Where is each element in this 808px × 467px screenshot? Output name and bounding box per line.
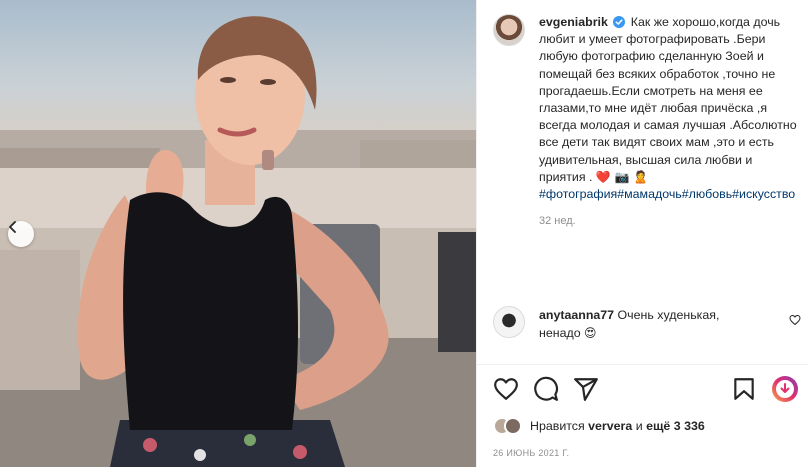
commenter-username[interactable]: anytaanna77 [539,308,614,322]
caption-emojis: ❤️ 📷 🙎 [595,169,649,184]
comment-text-block: anytaanna77 Очень худенькая, ненадо 😍 [539,306,759,342]
paper-plane-icon[interactable] [573,376,599,402]
likes-middle: и [635,419,643,433]
likes-user[interactable]: ververa [588,419,632,433]
download-badge-icon[interactable] [771,375,799,403]
post-actions-bar [493,376,799,404]
likes-summary: Нравится ververa и ещё 3 336 [493,417,705,435]
caption-text: Как же хорошо,когда дочь любит и умеет ф… [539,15,797,184]
post-date[interactable]: 26 ИЮНЬ 2021 Г. [493,448,569,458]
post-caption: evgeniabrik Как же хорошо,когда дочь люб… [493,14,801,230]
bookmark-icon[interactable] [731,376,757,402]
comment-item: anytaanna77 Очень худенькая, ненадо 😍 [493,306,801,342]
author-avatar[interactable] [493,14,525,46]
chevron-left-icon [9,221,16,233]
comment-bubble-icon[interactable] [533,376,559,402]
post-photo[interactable] [0,0,476,467]
verified-badge-icon [613,16,626,28]
caption-hashtags[interactable]: #фотография#мамадочь#любовь#искусство [539,187,795,201]
likes-prefix: Нравится [530,419,585,433]
actions-divider [477,364,808,365]
caption-text-block: evgeniabrik Как же хорошо,когда дочь люб… [539,14,801,230]
post-details-panel: evgeniabrik Как же хорошо,когда дочь люб… [476,0,808,467]
author-username[interactable]: evgeniabrik [539,15,608,29]
likes-count[interactable]: ещё 3 336 [646,419,705,433]
photo-illustration [0,16,476,467]
liker-avatar [504,417,522,435]
post-time-ago[interactable]: 32 нед. [539,213,801,230]
heart-icon[interactable] [493,376,519,402]
comment-emoji: 😍 [584,326,597,340]
comment-like-heart-icon[interactable] [789,314,801,326]
commenter-avatar[interactable] [493,306,525,338]
carousel-prev-button[interactable] [8,221,34,247]
